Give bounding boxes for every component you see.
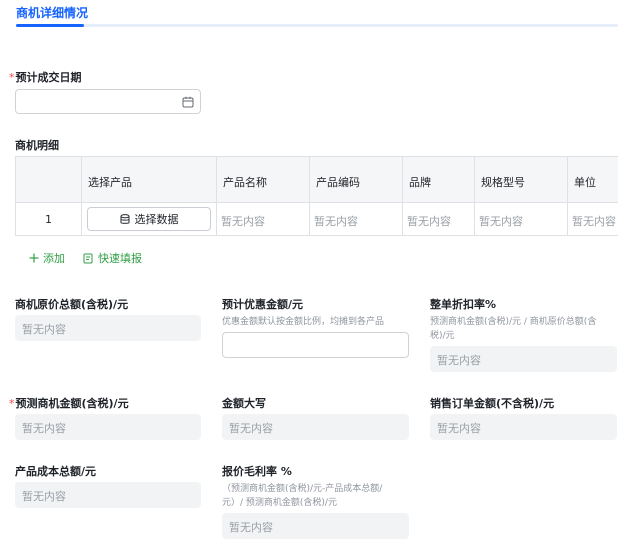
amount-uppercase-value: 暂无内容 [222, 414, 409, 440]
quick-fill-label: 快速填报 [98, 252, 142, 265]
column-header: 规格型号 [475, 157, 568, 202]
tab-bar: 商机详细情况 [0, 0, 635, 30]
expected-date-input[interactable] [15, 89, 201, 114]
forecast-amount-label: *预测商机金额(含税)/元 [9, 397, 129, 410]
discount-rate-label: 整单折扣率% [430, 298, 497, 311]
required-mark: * [9, 397, 15, 410]
required-mark: * [9, 71, 15, 84]
discount-rate-hint-1: 预测商机金额(含税)/元 / 商机原价总额(含 [430, 317, 597, 327]
gross-margin-value: 暂无内容 [222, 513, 409, 539]
discount-amount-input[interactable] [222, 332, 409, 358]
discount-amount-hint: 优惠金额默认按金额比例，均摊到各产品 [222, 317, 385, 327]
discount-rate-hint-2: 税)/元 [430, 331, 455, 341]
column-header: 产品编码 [310, 157, 403, 202]
plus-icon [29, 253, 39, 263]
brand-cell: 暂无内容 [403, 203, 475, 235]
original-total-label: 商机原价总额(含税)/元 [15, 298, 129, 311]
add-row-button[interactable]: 添加 [29, 250, 65, 266]
row-index: 1 [16, 203, 82, 235]
order-amount-value: 暂无内容 [430, 414, 617, 440]
quick-fill-button[interactable]: 快速填报 [83, 250, 142, 266]
original-total-value: 暂无内容 [15, 315, 201, 341]
product-name-cell: 暂无内容 [217, 203, 310, 235]
edit-form-icon [83, 253, 93, 263]
database-icon [120, 213, 129, 224]
column-header-index [16, 157, 82, 202]
tab-track [16, 24, 618, 27]
expected-date-label: *预计成交日期 [9, 71, 82, 84]
details-title: 商机明细 [15, 139, 59, 152]
gross-margin-hint-2: 元）/ 预测商机金额(含税)/元 [222, 498, 337, 508]
column-header: 选择产品 [82, 157, 217, 202]
tab-active-indicator [16, 24, 84, 27]
details-table: 选择产品 产品名称 产品编码 品牌 规格型号 单位 1 选择数据 暂无内容 暂无… [15, 156, 618, 236]
product-code-cell: 暂无内容 [310, 203, 403, 235]
spec-cell: 暂无内容 [475, 203, 568, 235]
gross-margin-label: 报价毛利率 % [222, 465, 292, 478]
select-data-button[interactable]: 选择数据 [87, 207, 211, 231]
order-amount-label: 销售订单金额(不含税)/元 [430, 397, 555, 410]
unit-cell: 暂无内容 [568, 203, 618, 235]
discount-rate-value: 暂无内容 [430, 346, 617, 372]
calendar-icon[interactable] [182, 96, 194, 108]
tab-opportunity-details[interactable]: 商机详细情况 [16, 4, 88, 21]
table-row: 1 选择数据 暂无内容 暂无内容 暂无内容 暂无内容 暂无内容 [16, 203, 618, 235]
column-header: 单位 [568, 157, 618, 202]
column-header: 品牌 [403, 157, 475, 202]
select-product-cell: 选择数据 [82, 203, 217, 235]
cost-total-label: 产品成本总额/元 [15, 465, 97, 478]
amount-uppercase-label: 金额大写 [222, 397, 266, 410]
discount-amount-label: 预计优惠金额/元 [222, 298, 304, 311]
select-data-label: 选择数据 [134, 213, 179, 226]
gross-margin-hint-1: （预测商机金额(含税)/元-产品成本总额/ [222, 484, 383, 494]
table-header: 选择产品 产品名称 产品编码 品牌 规格型号 单位 [16, 157, 618, 203]
cost-total-value: 暂无内容 [15, 482, 201, 508]
add-row-label: 添加 [43, 252, 65, 265]
column-header: 产品名称 [217, 157, 310, 202]
forecast-amount-value: 暂无内容 [15, 414, 201, 440]
